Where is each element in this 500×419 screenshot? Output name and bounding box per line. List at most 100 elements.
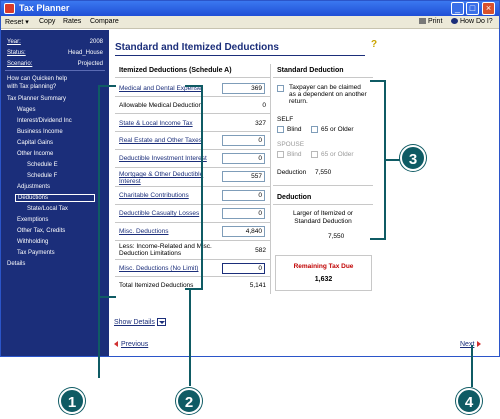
previous-link[interactable]: Previous <box>114 341 148 348</box>
how-do-i-button[interactable]: How Do I? <box>451 18 493 25</box>
misc-no-limit-input[interactable]: 0 <box>222 263 265 274</box>
standard-deduction-label: Deduction <box>277 169 307 176</box>
previous-label: Previous <box>121 341 149 348</box>
question-icon[interactable]: ? <box>371 39 377 50</box>
print-button[interactable]: Print <box>419 18 442 25</box>
allowable-medical-label: Allowable Medical Deduction <box>119 102 203 109</box>
deduction-heading: Deduction <box>277 194 312 201</box>
year-value: 2008 <box>89 39 103 45</box>
callout-2: 2 <box>176 388 202 414</box>
nav-exemptions[interactable]: Exemptions <box>17 217 48 223</box>
nav-deductions[interactable]: Deductions <box>15 194 95 202</box>
deduction-heading-rule <box>273 204 373 205</box>
nav-schedule-e[interactable]: Schedule E <box>27 162 58 168</box>
investment-interest-label[interactable]: Deductible Investment Interest <box>119 155 219 162</box>
menu-compare[interactable]: Compare <box>90 18 119 25</box>
nav-wages[interactable]: Wages <box>17 107 35 113</box>
nav-interest-dividend[interactable]: Interest/Dividend Inc <box>17 118 72 124</box>
income-related-limitations-value: 582 <box>255 247 266 254</box>
remaining-tax-title: Remaining Tax Due <box>293 263 354 270</box>
nav-tax-payments[interactable]: Tax Payments <box>17 250 55 256</box>
show-details-button[interactable]: Show Details <box>114 318 166 326</box>
scenario-value: Projected <box>77 61 103 67</box>
close-button[interactable]: × <box>482 2 495 15</box>
arrow-right-icon <box>477 341 482 348</box>
printer-icon <box>419 18 426 25</box>
charitable-label[interactable]: Charitable Contributions <box>119 192 219 199</box>
column-divider <box>270 64 271 294</box>
menu-copy[interactable]: Copy <box>39 18 55 25</box>
misc-deductions-label[interactable]: Misc. Deductions <box>119 228 219 235</box>
state-local-income-tax-label[interactable]: State & Local Income Tax <box>119 120 219 127</box>
dependent-checkbox[interactable] <box>277 85 284 92</box>
callout-line-1 <box>98 298 100 378</box>
larger-value: 7,550 <box>328 233 345 240</box>
year-label[interactable]: Year: <box>7 39 21 45</box>
nav-business-income[interactable]: Business Income <box>17 129 63 135</box>
casualty-losses-label[interactable]: Deductible Casualty Losses <box>119 210 219 217</box>
callout-line-4 <box>471 345 473 387</box>
misc-deductions-input[interactable]: 4,840 <box>222 226 265 237</box>
callout-3: 3 <box>400 145 426 171</box>
casualty-losses-input[interactable]: 0 <box>222 208 265 219</box>
standard-heading: Standard Deduction <box>277 67 344 74</box>
nav-adjustments[interactable]: Adjustments <box>17 184 50 190</box>
show-details-label: Show Details <box>114 318 155 326</box>
title-bar: Tax Planner _ □ × <box>1 1 499 16</box>
nav-capital-gains[interactable]: Capital Gains <box>17 140 53 146</box>
bracket-3 <box>370 80 386 240</box>
self-over65-checkbox[interactable] <box>311 126 318 133</box>
main-panel: Standard and Itemized Deductions ? Itemi… <box>110 30 499 356</box>
callout-1: 1 <box>59 388 85 414</box>
sidebar: Year: 2008 Status: Head_House Scenario: … <box>1 30 109 356</box>
status-value: Head_House <box>67 50 103 56</box>
help-link-line1[interactable]: How can Quicken help <box>7 76 67 82</box>
mortgage-interest-input[interactable]: 557 <box>222 171 265 182</box>
nav-withholding[interactable]: Withholding <box>17 239 48 245</box>
real-estate-taxes-input[interactable]: 0 <box>222 135 265 146</box>
title-rule <box>115 55 365 56</box>
total-itemized-label: Total Itemized Deductions <box>119 282 194 289</box>
charitable-input[interactable]: 0 <box>222 190 265 201</box>
menu-reset[interactable]: Reset ▾ <box>5 18 29 26</box>
remaining-tax-value: 1,632 <box>314 276 333 283</box>
spouse-over65-checkbox[interactable] <box>311 151 318 158</box>
nav-other-income[interactable]: Other Income <box>17 151 53 157</box>
menu-reset-label: Reset <box>5 19 24 26</box>
tax-planner-window: Tax Planner _ □ × Reset ▾ Copy Rates Com… <box>0 0 500 357</box>
investment-interest-input[interactable]: 0 <box>222 153 265 164</box>
itemized-heading: Itemized Deductions (Schedule A) <box>119 67 232 74</box>
bracket-2 <box>185 85 203 290</box>
how-do-i-label: How Do I? <box>460 18 493 25</box>
minimize-button[interactable]: _ <box>451 2 464 15</box>
nav-other-tax-credits[interactable]: Other Tax, Credits <box>17 228 65 234</box>
help-link-line2[interactable]: with Tax planning? <box>7 84 56 90</box>
nav-details[interactable]: Details <box>7 261 25 267</box>
income-related-limitations-label: Less: Income-Related and Misc. Deduction… <box>119 243 212 257</box>
print-label: Print <box>428 18 443 25</box>
spouse-blind-checkbox[interactable] <box>277 151 284 158</box>
arrow-left-icon <box>114 341 118 348</box>
self-blind-checkbox[interactable] <box>277 126 284 133</box>
mortgage-interest-label[interactable]: Mortgage & Other Deductible Interest <box>119 171 219 185</box>
maximize-button[interactable]: □ <box>466 2 479 15</box>
nav-schedule-f[interactable]: Schedule F <box>27 173 57 179</box>
misc-no-limit-label[interactable]: Misc. Deductions (No Limit) <box>119 265 219 272</box>
medical-dental-input[interactable]: 369 <box>222 83 265 94</box>
callout-4: 4 <box>456 388 482 414</box>
state-local-income-tax-value: 327 <box>255 120 266 127</box>
allowable-medical-value: 0 <box>262 102 266 109</box>
nav-state-local-tax[interactable]: State/Local Tax <box>27 206 68 212</box>
total-itemized-value: 5,141 <box>249 282 266 289</box>
status-label[interactable]: Status: <box>7 50 26 56</box>
larger-line2: Standard Deduction <box>294 218 352 225</box>
scenario-label[interactable]: Scenario: <box>7 61 32 67</box>
nav-tax-planner-summary[interactable]: Tax Planner Summary <box>7 96 66 102</box>
menu-rates[interactable]: Rates <box>63 18 81 25</box>
medical-dental-label[interactable]: Medical and Dental Expense <box>119 85 219 92</box>
self-blind-label: Blind <box>287 126 302 133</box>
standard-divider <box>273 185 373 186</box>
larger-line1: Larger of Itemized or <box>293 210 353 217</box>
real-estate-taxes-label[interactable]: Real Estate and Other Taxes <box>119 137 219 144</box>
bracket-1 <box>98 85 116 298</box>
